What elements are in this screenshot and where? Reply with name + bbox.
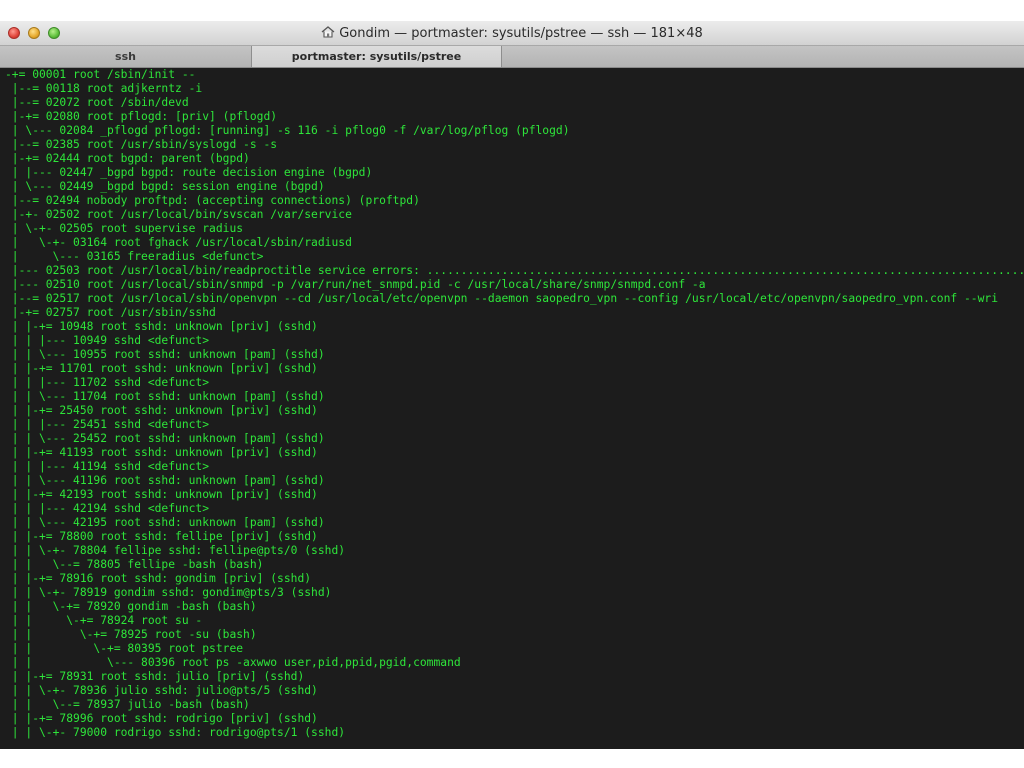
terminal-line: | | \-+- 78936 julio sshd: julio@pts/5 (…: [5, 684, 318, 697]
terminal-line: | | \--= 78805 fellipe -bash (bash): [5, 558, 264, 571]
terminal-line: -+= 00001 root /sbin/init --: [5, 68, 196, 81]
terminal-line: |--- 02510 root /usr/local/sbin/snmpd -p…: [5, 278, 706, 291]
terminal-line: | |-+= 78916 root sshd: gondim [priv] (s…: [5, 572, 312, 585]
terminal-line: | | \-+= 80395 root pstree: [5, 642, 244, 655]
terminal-line: | | |--- 10949 sshd <defunct>: [5, 334, 210, 347]
terminal-line: | | |--- 41194 sshd <defunct>: [5, 460, 210, 473]
terminal-line: | | \--- 25452 root sshd: unknown [pam] …: [5, 432, 325, 445]
terminal-line: | | |--- 11702 sshd <defunct>: [5, 376, 210, 389]
terminal-line: | | \--- 10955 root sshd: unknown [pam] …: [5, 348, 325, 361]
terminal-line: | |-+= 10948 root sshd: unknown [priv] (…: [5, 320, 318, 333]
tab-portmaster[interactable]: portmaster: sysutils/pstree: [252, 46, 502, 67]
terminal-line: |-+- 02502 root /usr/local/bin/svscan /v…: [5, 208, 352, 221]
terminal-line: | |--- 02447 _bgpd bgpd: route decision …: [5, 166, 373, 179]
terminal-line: | | \--- 80396 root ps -axwwo user,pid,p…: [5, 656, 461, 669]
terminal-line: | \-+- 02505 root supervise radius: [5, 222, 244, 235]
terminal-line: |--- 02503 root /usr/local/bin/readproct…: [5, 264, 1024, 277]
terminal-line: |-+= 02757 root /usr/sbin/sshd: [5, 306, 216, 319]
terminal-line: | | |--- 25451 sshd <defunct>: [5, 418, 210, 431]
terminal-line: | \--- 02084 _pflogd pflogd: [running] -…: [5, 124, 570, 137]
window-titlebar[interactable]: Gondim — portmaster: sysutils/pstree — s…: [0, 21, 1024, 46]
terminal-line: | |-+= 42193 root sshd: unknown [priv] (…: [5, 488, 318, 501]
tab-bar: ssh portmaster: sysutils/pstree: [0, 46, 1024, 68]
terminal-line: |-+= 02444 root bgpd: parent (bgpd): [5, 152, 250, 165]
terminal-line: | \-+- 03164 root fghack /usr/local/sbin…: [5, 236, 352, 249]
terminal-window: Gondim — portmaster: sysutils/pstree — s…: [0, 21, 1024, 749]
terminal-line: | | \--- 11704 root sshd: unknown [pam] …: [5, 390, 325, 403]
terminal-line: | | \-+- 78804 fellipe sshd: fellipe@pts…: [5, 544, 346, 557]
terminal-line: |-+= 02080 root pflogd: [priv] (pflogd): [5, 110, 278, 123]
terminal-output[interactable]: -+= 00001 root /sbin/init -- |--= 00118 …: [0, 68, 1024, 749]
terminal-line: | \--- 03165 freeradius <defunct>: [5, 250, 264, 263]
terminal-line: | | \-+- 79000 rodrigo sshd: rodrigo@pts…: [5, 726, 346, 739]
terminal-line: | |-+= 78800 root sshd: fellipe [priv] (…: [5, 530, 318, 543]
terminal-line: | | \--- 41196 root sshd: unknown [pam] …: [5, 474, 325, 487]
terminal-line: | | \--= 78937 julio -bash (bash): [5, 698, 250, 711]
terminal-line: | |-+= 41193 root sshd: unknown [priv] (…: [5, 446, 318, 459]
terminal-line: |--= 02072 root /sbin/devd: [5, 96, 189, 109]
terminal-line: | |-+= 78996 root sshd: rodrigo [priv] (…: [5, 712, 318, 725]
home-icon: [321, 26, 335, 38]
terminal-line: |--= 00118 root adjkerntz -i: [5, 82, 203, 95]
terminal-line: | |-+= 78931 root sshd: julio [priv] (ss…: [5, 670, 305, 683]
tab-ssh[interactable]: ssh: [0, 46, 252, 67]
terminal-line: | \--- 02449 _bgpd bgpd: session engine …: [5, 180, 325, 193]
desktop-top-strip: [0, 0, 1024, 21]
terminal-line: | |-+= 11701 root sshd: unknown [priv] (…: [5, 362, 318, 375]
window-title: Gondim — portmaster: sysutils/pstree — s…: [339, 26, 703, 41]
terminal-line: | | |--- 42194 sshd <defunct>: [5, 502, 210, 515]
terminal-line: | | \-+= 78925 root -su (bash): [5, 628, 257, 641]
terminal-line: | | \--- 42195 root sshd: unknown [pam] …: [5, 516, 325, 529]
terminal-line: | | \-+= 78920 gondim -bash (bash): [5, 600, 257, 613]
terminal-line: |--= 02517 root /usr/local/sbin/openvpn …: [5, 292, 998, 305]
terminal-line: | |-+= 25450 root sshd: unknown [priv] (…: [5, 404, 318, 417]
terminal-line: | | \-+= 78924 root su -: [5, 614, 203, 627]
terminal-line: |--= 02494 nobody proftpd: (accepting co…: [5, 194, 420, 207]
terminal-line: |--= 02385 root /usr/sbin/syslogd -s -s: [5, 138, 278, 151]
terminal-line: | | \-+- 78919 gondim sshd: gondim@pts/3…: [5, 586, 332, 599]
terminal-text: -+= 00001 root /sbin/init -- |--= 00118 …: [5, 68, 1024, 740]
window-title-container: Gondim — portmaster: sysutils/pstree — s…: [0, 26, 1024, 41]
